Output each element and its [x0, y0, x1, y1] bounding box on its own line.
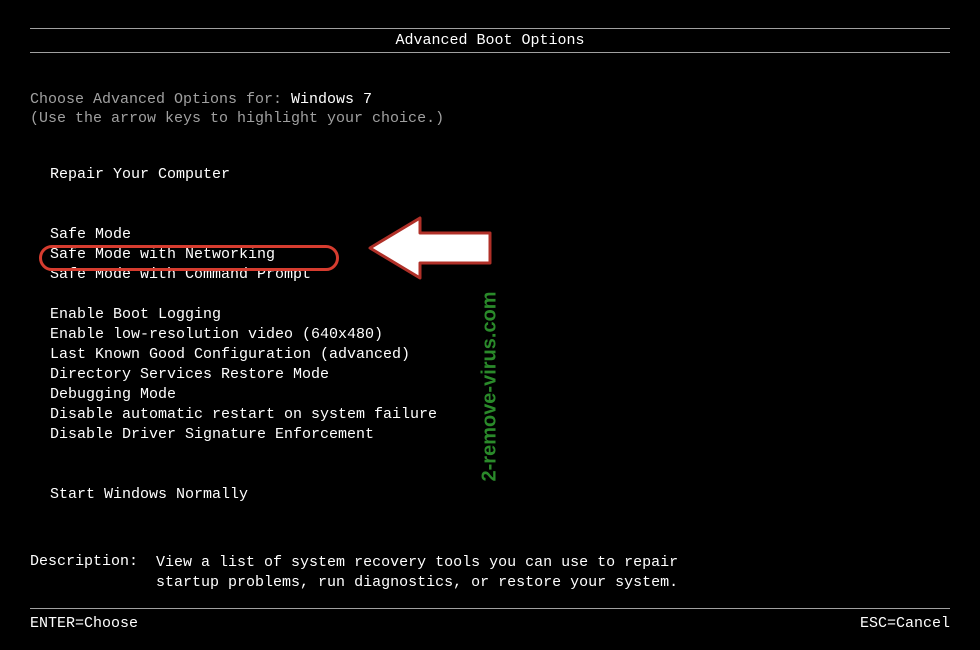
menu-item-no-driver-sig[interactable]: Disable Driver Signature Enforcement: [50, 425, 950, 445]
menu-item-debug[interactable]: Debugging Mode: [50, 385, 950, 405]
description-text: View a list of system recovery tools you…: [156, 553, 678, 593]
menu-item-safe-mode-cmd[interactable]: Safe Mode with Command Prompt: [50, 265, 950, 285]
footer-bar: ENTER=Choose ESC=Cancel: [30, 608, 950, 632]
menu-separator: [50, 185, 950, 225]
page-title: Advanced Boot Options: [395, 32, 584, 49]
menu-item-last-known-good[interactable]: Last Known Good Configuration (advanced): [50, 345, 950, 365]
footer-esc-hint: ESC=Cancel: [860, 615, 950, 632]
description-line2: startup problems, run diagnostics, or re…: [156, 573, 678, 593]
description-label: Description:: [30, 553, 138, 593]
menu-item-safe-mode[interactable]: Safe Mode: [50, 225, 950, 245]
menu-item-boot-logging[interactable]: Enable Boot Logging: [50, 305, 950, 325]
boot-menu[interactable]: Repair Your Computer Safe Mode Safe Mode…: [30, 165, 950, 505]
hint-text: (Use the arrow keys to highlight your ch…: [30, 110, 950, 127]
menu-item-no-auto-restart[interactable]: Disable automatic restart on system fail…: [50, 405, 950, 425]
menu-item-safe-mode-networking[interactable]: Safe Mode with Networking: [50, 245, 950, 265]
menu-item-repair[interactable]: Repair Your Computer: [50, 165, 950, 185]
menu-separator: [50, 445, 950, 485]
description-line1: View a list of system recovery tools you…: [156, 553, 678, 573]
footer-enter-hint: ENTER=Choose: [30, 615, 138, 632]
os-name: Windows 7: [291, 91, 372, 108]
boot-screen: Advanced Boot Options Choose Advanced Op…: [0, 0, 980, 650]
title-bar: Advanced Boot Options: [30, 28, 950, 53]
instruction-prefix: Choose Advanced Options for:: [30, 91, 291, 108]
menu-separator: [50, 285, 950, 305]
description-block: Description: View a list of system recov…: [30, 553, 950, 593]
menu-item-low-res[interactable]: Enable low-resolution video (640x480): [50, 325, 950, 345]
menu-item-ds-restore[interactable]: Directory Services Restore Mode: [50, 365, 950, 385]
instruction-line: Choose Advanced Options for: Windows 7: [30, 91, 950, 108]
menu-item-start-normally[interactable]: Start Windows Normally: [50, 485, 950, 505]
